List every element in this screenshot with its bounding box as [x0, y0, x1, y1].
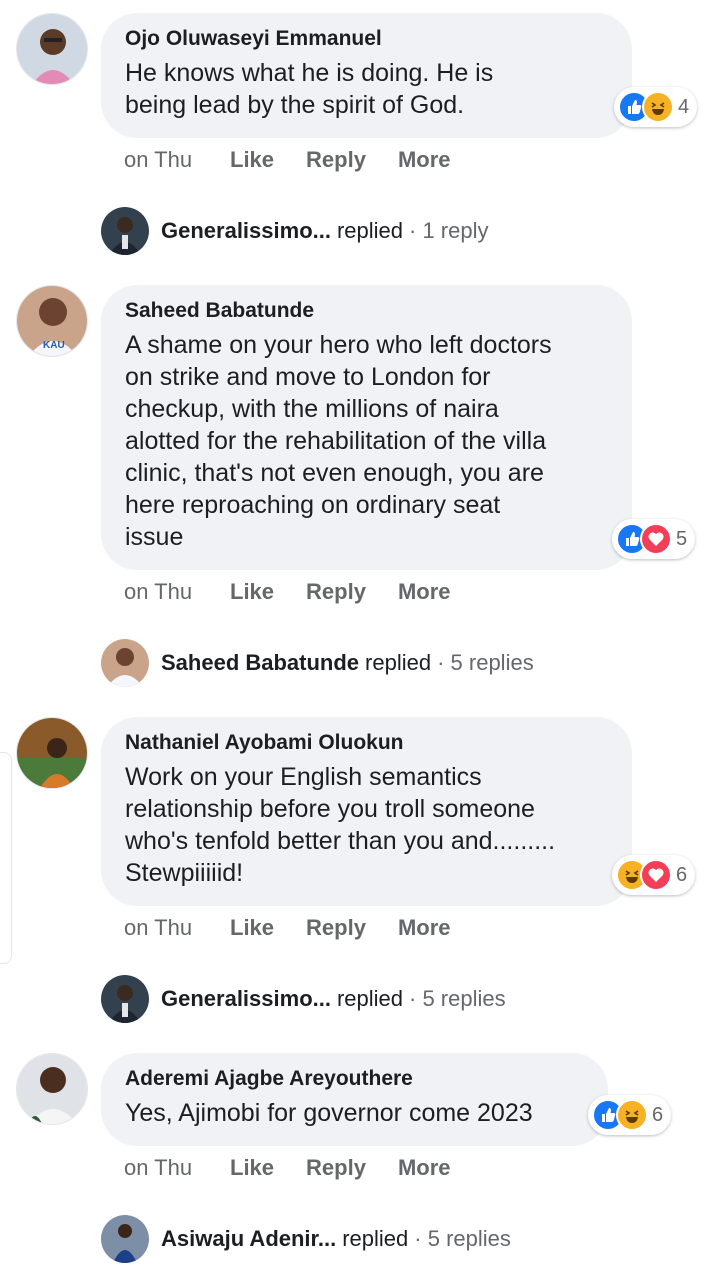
like-button[interactable]: Like	[230, 147, 274, 173]
reaction-summary[interactable]: 5	[612, 519, 696, 559]
reaction-count: 4	[678, 95, 690, 118]
comment-author[interactable]: Nathaniel Ayobami Oluokun	[125, 731, 608, 755]
comment-text: A shame on your hero who left doctors on…	[125, 331, 552, 551]
timestamp[interactable]: on Thu	[124, 1155, 230, 1181]
comment-actions: on Thu Like Reply More	[124, 915, 483, 941]
reaction-summary[interactable]: 6	[612, 855, 696, 895]
comment-bubble: Nathaniel Ayobami Oluokun Work on your E…	[101, 717, 632, 906]
love-icon	[640, 523, 672, 555]
haha-icon	[642, 91, 674, 123]
timestamp[interactable]: on Thu	[124, 915, 230, 941]
replier-name: Generalissimo...	[161, 986, 331, 1011]
reply-count: · 5 replies	[409, 986, 506, 1011]
comment-actions: on Thu Like Reply More	[124, 1155, 483, 1181]
comment-bubble: Aderemi Ajagbe Areyouthere Yes, Ajimobi …	[101, 1053, 608, 1146]
comment-text: Yes, Ajimobi for governor come 2023	[125, 1099, 533, 1127]
comment-actions: on Thu Like Reply More	[124, 579, 483, 605]
comment-text: He knows what he is doing. He is being l…	[125, 59, 494, 119]
side-panel-edge	[0, 752, 12, 964]
replied-label: replied	[342, 1226, 409, 1251]
comment-author[interactable]: Ojo Oluwaseyi Emmanuel	[125, 27, 608, 51]
avatar	[101, 207, 149, 255]
like-button[interactable]: Like	[230, 1155, 274, 1181]
reaction-summary[interactable]: 4	[614, 87, 698, 127]
like-button[interactable]: Like	[230, 915, 274, 941]
replied-label: replied	[336, 986, 404, 1011]
comment-author[interactable]: Aderemi Ajagbe Areyouthere	[125, 1067, 584, 1091]
more-button[interactable]: More	[398, 579, 451, 605]
reply-button[interactable]: Reply	[306, 1155, 366, 1181]
reply-count: · 5 replies	[414, 1226, 511, 1251]
view-replies-link[interactable]: Asiwaju Adenir... replied · 5 replies	[101, 1215, 511, 1263]
avatar	[101, 975, 149, 1023]
avatar	[101, 639, 149, 687]
like-button[interactable]: Like	[230, 579, 274, 605]
comment-bubble: Saheed Babatunde A shame on your hero wh…	[101, 285, 632, 570]
avatar	[101, 1215, 149, 1263]
replied-label: replied	[365, 650, 432, 675]
haha-icon	[616, 1099, 648, 1131]
reply-button[interactable]: Reply	[306, 147, 366, 173]
avatar[interactable]	[16, 1053, 88, 1125]
reaction-count: 6	[652, 1103, 664, 1126]
more-button[interactable]: More	[398, 147, 451, 173]
more-button[interactable]: More	[398, 1155, 451, 1181]
timestamp[interactable]: on Thu	[124, 579, 230, 605]
replied-label: replied	[336, 218, 404, 243]
avatar[interactable]	[16, 717, 88, 789]
comment-author[interactable]: Saheed Babatunde	[125, 299, 608, 323]
love-icon	[640, 859, 672, 891]
reaction-summary[interactable]: 6	[588, 1095, 672, 1135]
comment-text: Work on your English semantics relations…	[125, 763, 556, 887]
svg-text:KAU: KAU	[43, 340, 65, 351]
reaction-count: 5	[676, 527, 688, 550]
reply-count: · 1 reply	[409, 218, 489, 243]
replier-name: Saheed Babatunde	[161, 650, 360, 675]
comment-actions: on Thu Like Reply More	[124, 147, 483, 173]
view-replies-link[interactable]: Generalissimo... replied · 5 replies	[101, 975, 506, 1023]
view-replies-link[interactable]: Saheed Babatunde replied · 5 replies	[101, 639, 534, 687]
avatar[interactable]: KAU	[16, 285, 88, 357]
replier-name: Generalissimo...	[161, 218, 331, 243]
reply-count: · 5 replies	[437, 650, 534, 675]
avatar[interactable]	[16, 13, 88, 85]
timestamp[interactable]: on Thu	[124, 147, 230, 173]
reply-button[interactable]: Reply	[306, 579, 366, 605]
view-replies-link[interactable]: Generalissimo... replied · 1 reply	[101, 207, 489, 255]
more-button[interactable]: More	[398, 915, 451, 941]
reaction-count: 6	[676, 863, 688, 886]
comment-bubble: Ojo Oluwaseyi Emmanuel He knows what he …	[101, 13, 632, 138]
reply-button[interactable]: Reply	[306, 915, 366, 941]
replier-name: Asiwaju Adenir...	[161, 1226, 337, 1251]
